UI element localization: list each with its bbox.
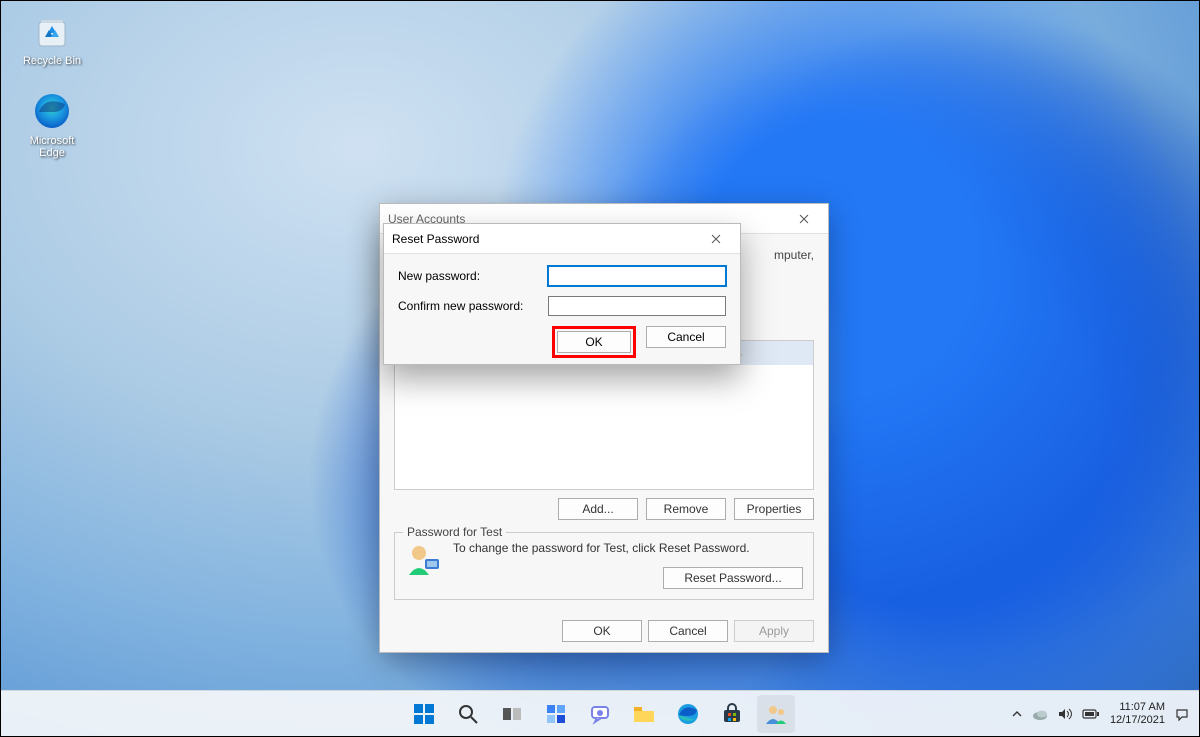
confirm-password-input[interactable] [548,296,726,316]
edge-icon [30,89,74,133]
highlight-box: OK [552,326,636,358]
taskbar-clock[interactable]: 11:07 AM 12/17/2021 [1110,701,1165,725]
user-accounts-icon [764,702,788,726]
password-group: Password for Test To change the password… [394,532,814,600]
user-accounts-taskbar-button[interactable] [757,695,795,733]
start-button[interactable] [405,695,443,733]
recycle-bin-icon [30,9,74,53]
desktop-icon-recycle-bin[interactable]: Recycle Bin [17,9,87,67]
windows-start-icon [412,702,436,726]
reset-password-button[interactable]: Reset Password... [663,567,803,589]
chat-button[interactable] [581,695,619,733]
store-icon [721,703,743,725]
onedrive-icon[interactable] [1032,707,1048,721]
file-explorer-button[interactable] [625,695,663,733]
apply-button[interactable]: Apply [734,620,814,642]
close-button[interactable] [700,227,732,251]
new-password-input[interactable] [548,266,726,286]
remove-button[interactable]: Remove [646,498,726,520]
search-button[interactable] [449,695,487,733]
search-icon [457,703,479,725]
desktop-icon-label: Microsoft Edge [17,135,87,159]
dialog-ok-button[interactable]: OK [557,331,631,353]
dialog-cancel-button[interactable]: Cancel [646,326,726,348]
notifications-icon[interactable] [1175,707,1189,721]
user-avatar-icon [405,541,441,577]
reset-password-dialog: Reset Password New password: Confirm new… [383,223,741,365]
store-button[interactable] [713,695,751,733]
volume-icon[interactable] [1058,708,1072,720]
battery-icon[interactable] [1082,708,1100,720]
confirm-password-label: Confirm new password: [398,299,548,313]
chevron-up-icon[interactable] [1012,709,1022,719]
add-button[interactable]: Add... [558,498,638,520]
clock-time: 11:07 AM [1110,701,1165,713]
widgets-icon [545,703,567,725]
close-button[interactable] [788,207,820,231]
widgets-button[interactable] [537,695,575,733]
password-group-legend: Password for Test [403,525,506,539]
desktop-icons: Recycle Bin Microsoft Edge [17,9,87,159]
edge-icon [676,702,700,726]
desktop-icon-edge[interactable]: Microsoft Edge [17,89,87,159]
task-view-button[interactable] [493,695,531,733]
close-icon [799,214,809,224]
close-icon [711,234,721,244]
task-view-icon [501,703,523,725]
properties-button[interactable]: Properties [734,498,814,520]
taskbar-pinned [405,695,795,733]
taskbar: 11:07 AM 12/17/2021 [1,690,1199,736]
password-help-text: To change the password for Test, click R… [453,541,803,555]
dialog-title: Reset Password [392,232,479,246]
ok-button[interactable]: OK [562,620,642,642]
folder-icon [632,703,656,725]
new-password-label: New password: [398,269,548,283]
clock-date: 12/17/2021 [1110,714,1165,726]
chat-icon [589,703,611,725]
system-tray[interactable] [1012,707,1100,721]
cancel-button[interactable]: Cancel [648,620,728,642]
desktop-icon-label: Recycle Bin [23,55,81,67]
titlebar[interactable]: Reset Password [384,224,740,254]
edge-button[interactable] [669,695,707,733]
